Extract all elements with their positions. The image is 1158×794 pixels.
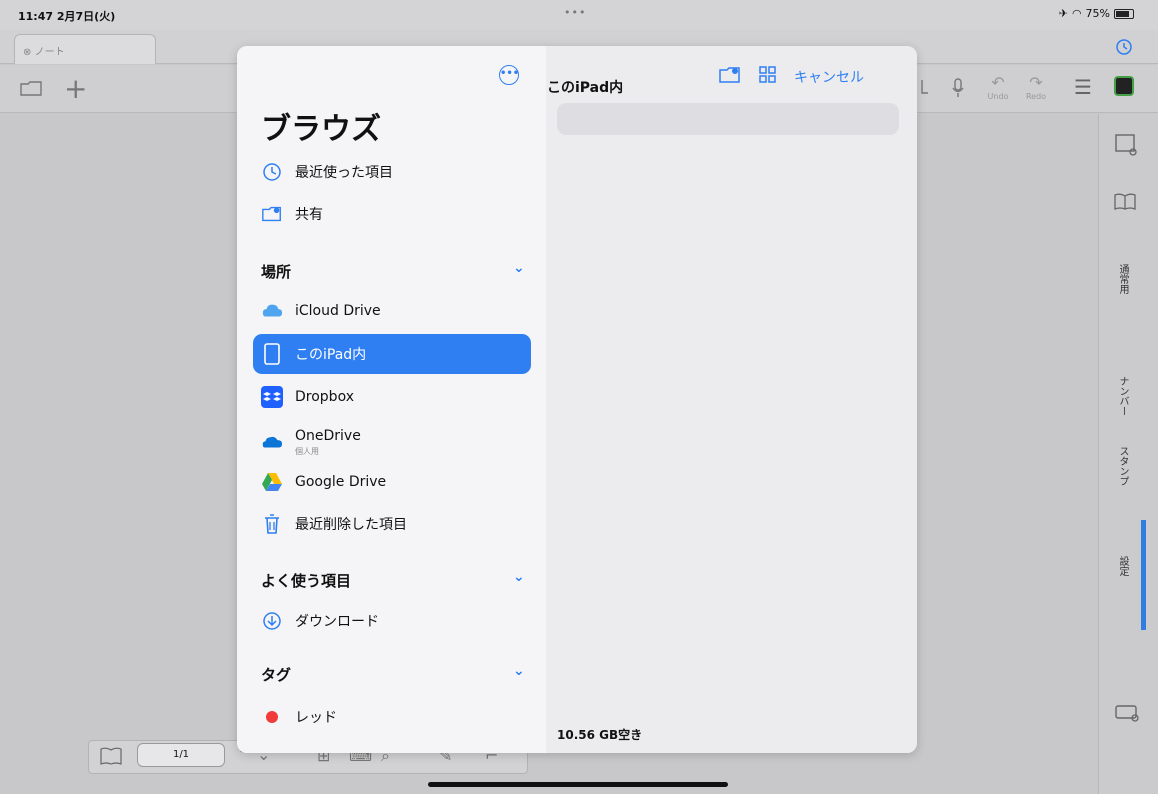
device-settings-icon[interactable] (1113, 700, 1141, 724)
red-tag-icon (261, 706, 283, 728)
sidebar-item-red-tag[interactable]: レッド (253, 697, 531, 737)
sidebar-item-onedrive[interactable]: OneDrive 個人用 (253, 420, 531, 464)
tab-note[interactable]: ⊗ ノート (14, 34, 156, 64)
dropbox-icon (261, 386, 283, 408)
sidebar-item-icloud-drive[interactable]: iCloud Drive (253, 291, 531, 331)
trash-icon (261, 513, 283, 535)
battery-icon (1114, 8, 1134, 19)
grid-view-icon (759, 66, 776, 83)
chevron-down-icon[interactable]: ⌄ (513, 569, 533, 589)
status-right: ✈ ◠ 75% (1059, 7, 1134, 20)
settings-panel-icon[interactable] (1113, 132, 1139, 158)
book-icon[interactable] (1113, 192, 1137, 212)
folder-icon[interactable] (20, 79, 42, 97)
right-label-settings[interactable]: 設定 (1115, 556, 1130, 576)
browse-sidebar: ••• ブラウズ 最近使った項目 共有 場所 ⌄ iCloud Drive この… (237, 46, 546, 753)
section-locations-header[interactable]: 場所 ⌄ (261, 260, 533, 282)
book-free-icon[interactable] (99, 746, 123, 768)
shared-folder-icon (261, 203, 283, 225)
sidebar-item-google-drive[interactable]: Google Drive (253, 462, 531, 502)
lasso-icon[interactable] (917, 78, 935, 98)
status-time: 11:47 2月7日(火) (18, 10, 116, 23)
file-list-pane (546, 46, 917, 753)
cancel-button[interactable]: キャンセル (794, 67, 864, 87)
section-tags-header[interactable]: タグ ⌄ (261, 663, 533, 685)
battery-percent: 75% (1085, 7, 1110, 20)
undo-button[interactable]: ↶ Undo (984, 73, 1012, 101)
airplane-icon: ✈ (1058, 7, 1068, 20)
download-icon (261, 610, 283, 632)
wifi-icon: ◠ (1071, 7, 1082, 20)
dialog-toolbar: キャンセル (718, 65, 864, 89)
files-picker-dialog: ••• ブラウズ 最近使った項目 共有 場所 ⌄ iCloud Drive この… (237, 46, 917, 753)
sidebar-item-dropbox[interactable]: Dropbox (253, 377, 531, 417)
storage-available: 10.56 GB空き (557, 728, 643, 742)
redo-button[interactable]: ↷ Redo (1022, 73, 1050, 101)
grid-view-button[interactable] (758, 65, 778, 89)
history-icon[interactable] (1116, 39, 1132, 55)
onedrive-label-group: OneDrive 個人用 (295, 427, 361, 456)
sidebar-item-recents[interactable]: 最近使った項目 (253, 152, 531, 192)
sidebar-item-downloads[interactable]: ダウンロード (253, 601, 531, 641)
ipad-icon (261, 343, 283, 365)
sidebar-item-recently-deleted[interactable]: 最近削除した項目 (253, 504, 531, 544)
mic-icon[interactable] (950, 77, 966, 99)
current-location-title: このiPad内 (547, 80, 624, 96)
menu-icon[interactable]: ☰ (1074, 75, 1092, 99)
icloud-icon (261, 300, 283, 322)
right-label-number[interactable]: ナンバー (1115, 376, 1130, 416)
section-favorites-header[interactable]: よく使う項目 ⌄ (261, 569, 533, 591)
add-icon[interactable]: + (64, 72, 87, 105)
right-label-normal[interactable]: 通常用 (1115, 264, 1130, 294)
clock-icon (261, 161, 283, 183)
status-bar: 11:47 2月7日(火) ••• ✈ ◠ 75% (0, 0, 1158, 30)
active-section-indicator (1141, 520, 1146, 630)
sidebar-item-on-my-ipad[interactable]: このiPad内 (253, 334, 531, 374)
multitasking-dots[interactable]: ••• (564, 6, 586, 19)
search-field[interactable] (557, 103, 899, 135)
redo-icon: ↷ (1029, 73, 1043, 92)
chevron-down-icon[interactable]: ⌄ (513, 260, 533, 280)
browse-title: ブラウズ (261, 112, 381, 147)
right-toolbar: 通常用 ナンバー スタンプ 設定 (1098, 114, 1158, 794)
undo-icon: ↶ (991, 73, 1005, 92)
page-counter[interactable]: 1/1 (137, 743, 225, 767)
onedrive-icon (261, 431, 283, 453)
close-icon[interactable]: ⊗ (23, 47, 31, 58)
chevron-down-icon[interactable]: ⌄ (513, 663, 533, 683)
home-indicator[interactable] (428, 782, 728, 787)
new-folder-icon (719, 67, 740, 83)
sidebar-item-shared[interactable]: 共有 (253, 194, 531, 234)
app-icon[interactable] (1114, 76, 1134, 96)
more-options-button[interactable]: ••• (499, 65, 519, 85)
new-folder-button[interactable] (718, 65, 742, 89)
right-label-stamp[interactable]: スタンプ (1115, 446, 1130, 486)
tab-label: ノート (34, 47, 65, 58)
google-drive-icon (261, 471, 283, 493)
